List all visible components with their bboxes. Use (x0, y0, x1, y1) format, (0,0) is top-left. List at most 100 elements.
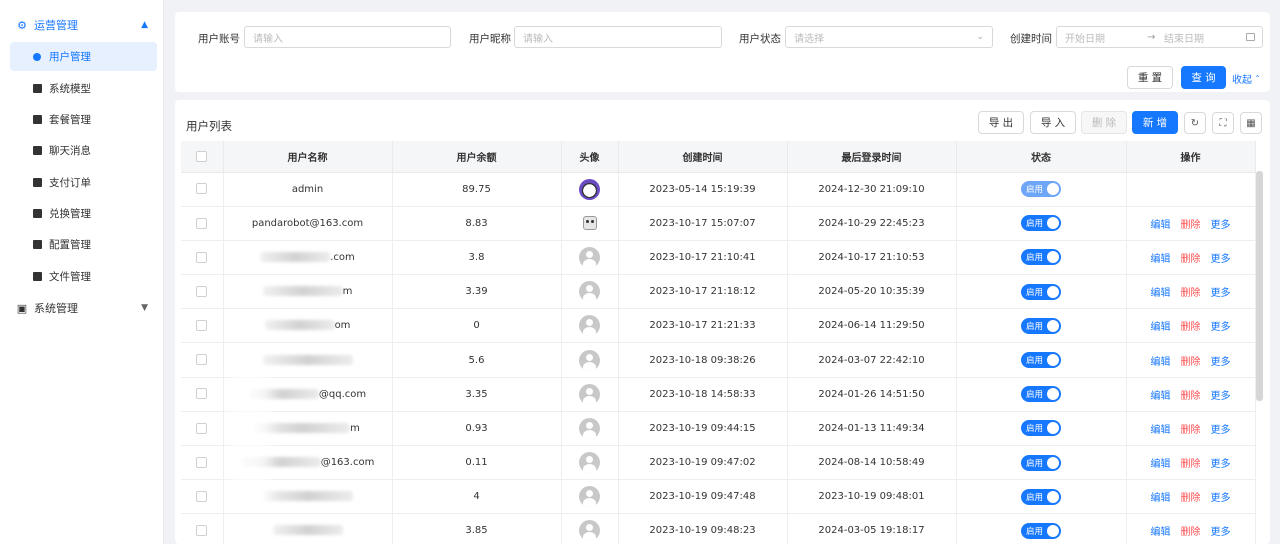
select-cell[interactable] (181, 172, 224, 207)
row-checkbox[interactable] (196, 251, 208, 263)
more-link[interactable]: 更多 (1211, 425, 1231, 436)
delete-link[interactable]: 删除 (1181, 391, 1201, 402)
status-toggle[interactable]: 启用 (1021, 488, 1061, 505)
select-cell[interactable] (181, 377, 224, 412)
edit-link[interactable]: 编辑 (1151, 391, 1171, 402)
status-toggle[interactable]: 启用 (1021, 215, 1061, 232)
table-row[interactable]: m 3.39 2023-10-17 21:18:12 2024-05-20 10:35… (181, 274, 1256, 310)
row-checkbox[interactable] (196, 320, 208, 332)
table-row[interactable]: pandarobot@163.com 8.83 2023-10-17 15:07:0… (181, 206, 1256, 241)
add-button[interactable]: 新 增 (1132, 111, 1178, 134)
menu-group-system[interactable]: ▣ 系统管理 ▼ (0, 295, 164, 321)
column-header[interactable]: 用户名称 (223, 141, 393, 173)
select-all-checkbox[interactable] (196, 150, 208, 162)
sidebar-item-chat[interactable]: 聊天消息 (10, 136, 157, 165)
more-link[interactable]: 更多 (1211, 493, 1231, 504)
status-toggle[interactable]: 启用 (1021, 420, 1061, 437)
sidebar-item-config[interactable]: 配置管理 (10, 230, 157, 259)
select-cell[interactable] (181, 206, 224, 241)
reset-button[interactable]: 重 置 (1127, 66, 1173, 89)
edit-link[interactable]: 编辑 (1151, 220, 1171, 231)
status-toggle[interactable]: 启用 (1021, 181, 1061, 198)
select-cell[interactable] (181, 479, 224, 515)
column-header[interactable]: 创建时间 (618, 141, 788, 173)
account-input[interactable]: 请输入 (244, 26, 451, 48)
table-row[interactable]: om 0 2023-10-17 21:21:33 2024-06-14 11:29:5… (181, 308, 1256, 344)
status-toggle[interactable]: 启用 (1021, 386, 1061, 403)
row-checkbox[interactable] (196, 354, 208, 366)
start-date-input[interactable]: 开始日期 (1065, 30, 1105, 45)
table-row[interactable]: 5.6 2023-10-18 09:38:26 2024-03-07 22:42:1… (181, 342, 1256, 378)
edit-link[interactable]: 编辑 (1151, 322, 1171, 333)
fullscreen-icon[interactable]: ⛶ (1212, 112, 1234, 134)
column-settings-icon[interactable]: ▦ (1240, 112, 1262, 134)
table-scrollbar[interactable] (1256, 171, 1263, 401)
more-link[interactable]: 更多 (1211, 220, 1231, 231)
batch-delete-button[interactable]: 删 除 (1081, 111, 1127, 134)
row-checkbox[interactable] (196, 525, 208, 537)
delete-link[interactable]: 删除 (1181, 357, 1201, 368)
delete-link[interactable]: 删除 (1181, 425, 1201, 436)
table-row[interactable]: 3.85 2023-10-19 09:48:23 2024-03-05 19:18:… (181, 513, 1256, 544)
sidebar-item-models[interactable]: 系统模型 (10, 74, 157, 103)
row-checkbox[interactable] (196, 388, 208, 400)
refresh-icon[interactable]: ↻ (1184, 112, 1206, 134)
edit-link[interactable]: 编辑 (1151, 493, 1171, 504)
sidebar-item-users[interactable]: 用户管理 (10, 42, 157, 71)
status-toggle[interactable]: 启用 (1021, 352, 1061, 369)
delete-link[interactable]: 删除 (1181, 220, 1201, 231)
delete-link[interactable]: 删除 (1181, 254, 1201, 265)
nickname-input[interactable]: 请输入 (514, 26, 722, 48)
more-link[interactable]: 更多 (1211, 322, 1231, 333)
select-cell[interactable] (181, 411, 224, 447)
edit-link[interactable]: 编辑 (1151, 357, 1171, 368)
select-cell[interactable] (181, 513, 224, 544)
delete-link[interactable]: 删除 (1181, 459, 1201, 470)
export-button[interactable]: 导 出 (978, 111, 1024, 134)
column-header[interactable]: 最后登录时间 (787, 141, 957, 173)
delete-link[interactable]: 删除 (1181, 527, 1201, 538)
collapse-link[interactable]: 收起 ˆ (1232, 71, 1260, 86)
edit-link[interactable]: 编辑 (1151, 288, 1171, 299)
status-toggle[interactable]: 启用 (1021, 249, 1061, 266)
date-range-picker[interactable]: 开始日期 → 结束日期 (1056, 26, 1263, 48)
status-toggle[interactable]: 启用 (1021, 317, 1061, 334)
more-link[interactable]: 更多 (1211, 527, 1231, 538)
row-checkbox[interactable] (196, 217, 208, 229)
edit-link[interactable]: 编辑 (1151, 527, 1171, 538)
more-link[interactable]: 更多 (1211, 288, 1231, 299)
row-checkbox[interactable] (196, 285, 208, 297)
edit-link[interactable]: 编辑 (1151, 459, 1171, 470)
query-button[interactable]: 查 询 (1181, 66, 1226, 89)
more-link[interactable]: 更多 (1211, 459, 1231, 470)
table-row[interactable]: 4 2023-10-19 09:47:48 2023-10-19 09:48:01 启… (181, 479, 1256, 515)
row-checkbox[interactable] (196, 491, 208, 503)
row-checkbox[interactable] (196, 456, 208, 468)
end-date-input[interactable]: 结束日期 (1164, 30, 1204, 45)
column-header[interactable]: 用户余额 (392, 141, 562, 173)
sidebar-item-exchange[interactable]: 兑换管理 (10, 199, 157, 228)
table-row[interactable]: @163.com 0.11 2023-10-19 09:47:02 2024-08-1… (181, 445, 1256, 481)
status-select[interactable]: 请选择 ⌄ (785, 26, 993, 48)
sidebar-item-orders[interactable]: 支付订单 (10, 168, 157, 197)
status-toggle[interactable]: 启用 (1021, 283, 1061, 300)
delete-link[interactable]: 删除 (1181, 288, 1201, 299)
more-link[interactable]: 更多 (1211, 391, 1231, 402)
more-link[interactable]: 更多 (1211, 254, 1231, 265)
status-toggle[interactable]: 启用 (1021, 522, 1061, 539)
table-row[interactable]: .com 3.8 2023-10-17 21:10:41 2024-10-17 21:… (181, 240, 1256, 276)
sidebar-item-packages[interactable]: 套餐管理 (10, 105, 157, 134)
select-all-cell[interactable] (181, 141, 224, 173)
delete-link[interactable]: 删除 (1181, 322, 1201, 333)
row-checkbox[interactable] (196, 183, 208, 195)
select-cell[interactable] (181, 240, 224, 276)
menu-group-operations[interactable]: ⚙ 运营管理 ▲ (0, 12, 164, 38)
table-row[interactable]: m 0.93 2023-10-19 09:44:15 2024-01-13 11:49… (181, 411, 1256, 447)
more-link[interactable]: 更多 (1211, 357, 1231, 368)
edit-link[interactable]: 编辑 (1151, 425, 1171, 436)
sidebar-item-files[interactable]: 文件管理 (10, 262, 157, 291)
select-cell[interactable] (181, 445, 224, 481)
import-button[interactable]: 导 入 (1030, 111, 1076, 134)
select-cell[interactable] (181, 342, 224, 378)
status-toggle[interactable]: 启用 (1021, 454, 1061, 471)
